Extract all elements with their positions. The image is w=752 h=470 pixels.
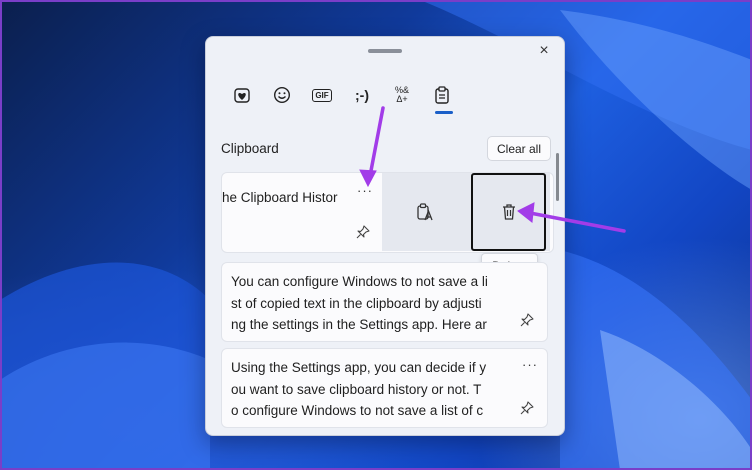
paste-as-text-button[interactable]: [382, 173, 468, 251]
heart-sticker-icon: [234, 88, 250, 103]
scrollbar-thumb[interactable]: [556, 153, 559, 201]
kaomoji-icon: ;-): [355, 87, 369, 103]
clipboard-item-line: Using the Settings app, you can decide i…: [231, 360, 487, 375]
tab-kaomoji[interactable]: ;-): [346, 81, 378, 109]
clipboard-item-text: he Clipboard Histor: [222, 187, 342, 209]
clipboard-item-text: You can configure Windows to not save a …: [231, 271, 501, 336]
more-options-icon[interactable]: ···: [522, 357, 538, 372]
swipe-actions: [382, 173, 550, 251]
tab-emoji[interactable]: [266, 81, 298, 109]
clear-all-button[interactable]: Clear all: [487, 136, 551, 161]
pin-icon[interactable]: [356, 225, 370, 239]
tab-clipboard[interactable]: [426, 81, 458, 109]
drag-handle[interactable]: [368, 49, 402, 53]
symbols-icon: %& Δ+: [394, 85, 409, 104]
emoji-clipboard-panel: × GIF ;-) %& Δ+ Clipboard Clear all he C…: [205, 36, 565, 436]
selected-tab-indicator: [435, 111, 453, 114]
pin-icon[interactable]: [520, 401, 534, 415]
section-title: Clipboard: [221, 141, 279, 156]
clipboard-item-text: Using the Settings app, you can decide i…: [231, 357, 501, 422]
tab-symbols[interactable]: %& Δ+: [386, 81, 418, 109]
more-options-icon[interactable]: ···: [357, 183, 373, 198]
paste-as-text-icon: [417, 203, 433, 221]
gif-icon: GIF: [312, 88, 332, 102]
clipboard-item-line: You can configure Windows to not save a …: [231, 274, 488, 289]
emoji-icon: [273, 86, 291, 104]
delete-button[interactable]: [471, 173, 546, 251]
delete-icon: [502, 204, 515, 220]
tab-stickers[interactable]: [226, 81, 258, 109]
clipboard-item-line: o configure Windows to not save a list o…: [231, 403, 484, 418]
clipboard-item[interactable]: You can configure Windows to not save a …: [221, 262, 548, 342]
clipboard-icon: [435, 86, 449, 104]
close-icon[interactable]: ×: [535, 42, 553, 60]
clipboard-item-line: he Clipboard Histor: [222, 190, 338, 205]
clipboard-item-line: ou want to save clipboard history or not…: [231, 381, 482, 397]
tab-gif[interactable]: GIF: [306, 81, 338, 109]
clipboard-item[interactable]: Using the Settings app, you can decide i…: [221, 348, 548, 428]
clipboard-item-line: ng the settings in the Settings app. Her…: [231, 317, 487, 332]
clipboard-item-line: st of copied text in the clipboard by ad…: [231, 295, 482, 311]
pin-icon[interactable]: [520, 313, 534, 327]
